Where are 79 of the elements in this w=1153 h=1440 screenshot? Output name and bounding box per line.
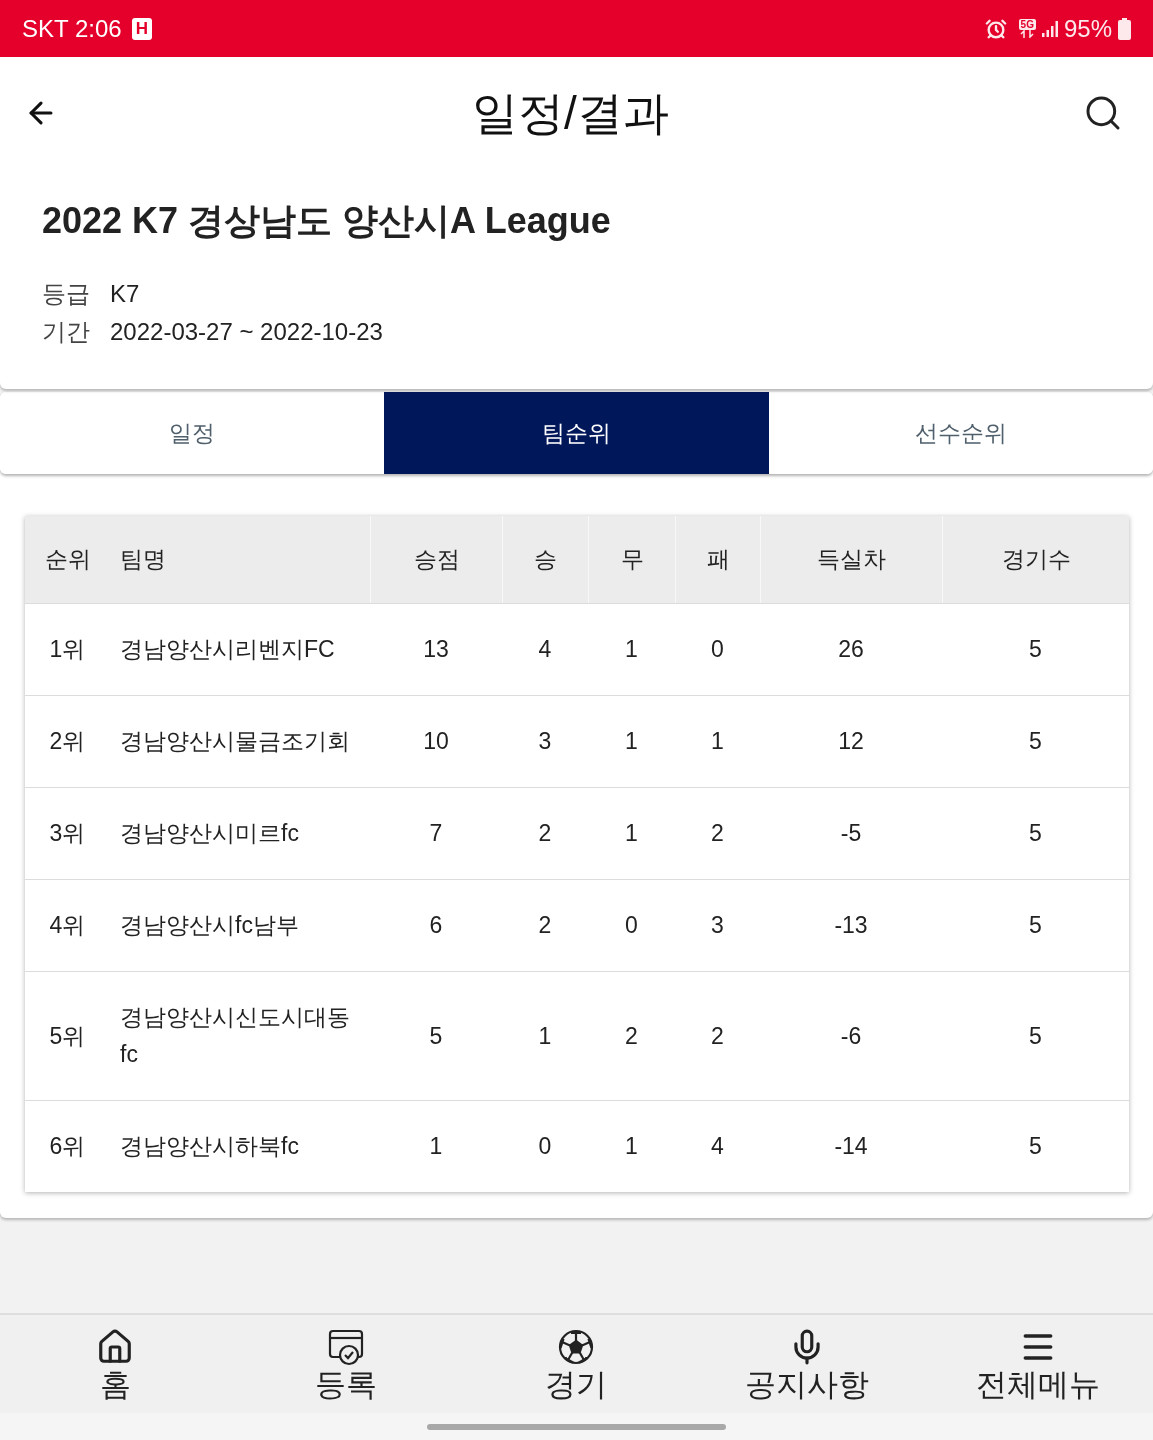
table-cell-text: 1	[538, 1021, 552, 1051]
battery-icon	[1118, 17, 1131, 40]
table-cell-text: 5	[1029, 727, 1042, 756]
column-header: 득실차	[760, 516, 942, 603]
nav-item[interactable]: 홈	[0, 1315, 231, 1413]
card-check-icon	[326, 1328, 365, 1366]
table-cell-text: 5	[1029, 1132, 1042, 1161]
nav-item[interactable]: 전체메뉴	[922, 1315, 1153, 1413]
column-header: 경기수	[942, 516, 1129, 603]
tab[interactable]: 선수순위	[768, 392, 1153, 474]
column-header: 순위	[43, 545, 92, 575]
table-cell-text: 1	[429, 1132, 443, 1161]
table-cell-text: 0	[711, 635, 724, 664]
detail-value: K7	[110, 279, 140, 309]
table-cell-text: 0	[625, 911, 638, 940]
network-type-badge: 5G	[1018, 19, 1036, 30]
table-cell-text: -5	[840, 819, 862, 848]
table-cell-text: -6	[840, 1021, 862, 1051]
table-cell-text: 경남양산시리벤지FC	[120, 635, 335, 664]
table-cell-text: 3	[538, 727, 552, 756]
table-cell-text: 0	[538, 1132, 552, 1161]
alarm-icon	[984, 17, 1007, 40]
table-cell-text: 2	[538, 819, 552, 848]
table-cell-text: 5	[1029, 819, 1042, 848]
column-header: 무	[588, 516, 675, 603]
table-cell-text: 2	[625, 1021, 638, 1051]
detail-value: 2022-03-27 ~ 2022-10-23	[110, 317, 383, 347]
table-cell-text: 1	[625, 635, 638, 664]
table-cell-text: 2위	[49, 727, 86, 756]
table-cell-text: 5	[1029, 635, 1042, 664]
table-cell-text: 4	[711, 1132, 724, 1161]
table-cell-text: 6위	[49, 1132, 86, 1161]
table-cell-text: 10	[423, 727, 449, 756]
column-header: 승점	[370, 516, 502, 603]
tab[interactable]: 일정	[0, 392, 385, 474]
table-cell-text: 26	[838, 635, 864, 664]
table-cell-text: 경남양산시미르fc	[120, 819, 299, 848]
table-cell-text: 7	[429, 819, 443, 848]
table-cell-text: 13	[423, 635, 449, 664]
table-cell-text: 4	[538, 635, 552, 664]
table-cell-text: 2	[538, 911, 552, 940]
table-cell-text: 경남양산시신도시대동fc	[120, 1003, 351, 1069]
detail-label: 기간	[42, 317, 91, 347]
page-title: 일정/결과	[472, 86, 669, 141]
table-cell-text: -14	[834, 1132, 868, 1161]
nav-item[interactable]: 등록	[230, 1315, 462, 1413]
table-cell-text: 2	[711, 1021, 724, 1051]
table-cell-text: 경남양산시물금조기회	[120, 727, 350, 756]
table-cell-text: 경남양산시fc남부	[120, 911, 299, 940]
table-cell-text: 1	[711, 727, 724, 756]
carrier-time: SKT 2:06	[22, 13, 122, 44]
league-title: 2022 K7 경상남도 양산시A League	[42, 199, 612, 243]
table-cell-text: 6	[429, 911, 443, 940]
tab[interactable]: 팀순위	[384, 392, 769, 474]
table-cell-text: 5위	[49, 1021, 86, 1051]
table-cell-text: 12	[838, 727, 864, 756]
table-cell-text: 1	[625, 727, 638, 756]
detail-label: 등급	[42, 279, 91, 309]
nav-item[interactable]: 경기	[461, 1315, 692, 1413]
table-cell-text: 1	[625, 819, 638, 848]
signal-icon	[1041, 20, 1058, 37]
table-cell-text: 경남양산시하북fc	[120, 1132, 299, 1161]
column-header: 패	[675, 516, 760, 603]
column-header: 팀명	[119, 545, 167, 575]
soccer-ball-icon	[557, 1328, 596, 1366]
h-badge: H	[131, 17, 152, 40]
table-cell-text: 5	[1029, 1021, 1042, 1051]
table-cell-text: 5	[429, 1021, 443, 1051]
table-cell-text: 3	[711, 911, 724, 940]
nav-item[interactable]: 공지사항	[691, 1315, 923, 1413]
battery-percent: 95%	[1063, 13, 1112, 44]
table-cell-text: 5	[1029, 911, 1042, 940]
table-cell-text: -13	[834, 911, 868, 940]
column-header: 승	[502, 516, 588, 603]
table-cell-text: 2	[711, 819, 724, 848]
table-cell-text: 3위	[49, 819, 86, 848]
table-cell-text: 1	[625, 1132, 638, 1161]
table-cell-text: 1위	[49, 635, 86, 664]
table-cell-text: 4위	[49, 911, 86, 940]
